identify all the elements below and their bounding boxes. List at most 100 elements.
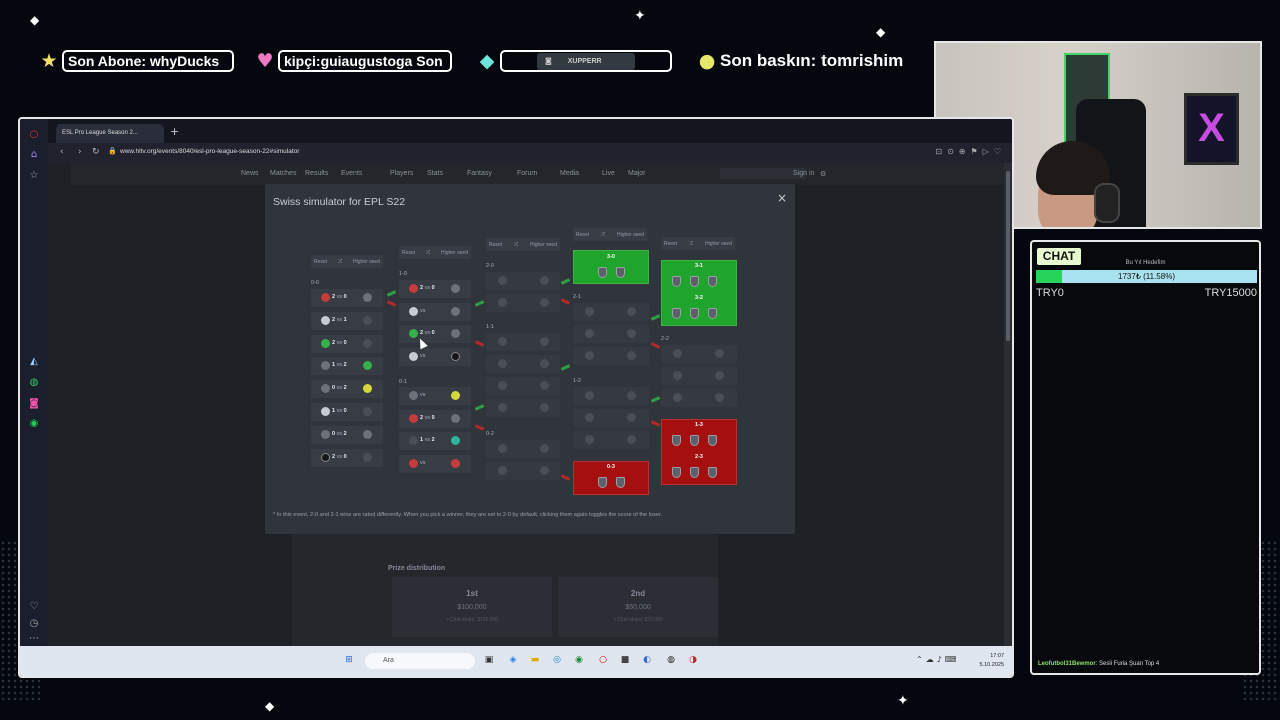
team-logo-icon[interactable]	[409, 458, 418, 468]
match-row[interactable]: 2 vs 0	[399, 325, 471, 344]
team-logo-icon[interactable]	[321, 361, 330, 371]
pending-match-row[interactable]	[486, 333, 560, 351]
spotify-icon[interactable]: ◉	[27, 417, 41, 431]
forward-icon[interactable]: ›	[78, 147, 82, 157]
reset-button[interactable]: Reset	[489, 242, 502, 248]
match-row[interactable]: 2 vs 0	[399, 409, 471, 428]
pending-match-row[interactable]	[486, 440, 560, 458]
scrollbar-thumb[interactable]	[1006, 171, 1010, 341]
match-row[interactable]: 2 vs 1	[311, 311, 383, 330]
obs-icon[interactable]: ◍	[664, 653, 678, 667]
back-icon[interactable]: ‹	[60, 147, 64, 157]
shuffle-icon[interactable]: ⤮	[514, 242, 518, 248]
page-scrollbar[interactable]	[1004, 163, 1012, 646]
higher-seed-button[interactable]: Higher seed	[705, 241, 732, 247]
match-row[interactable]: vs	[399, 347, 471, 366]
team-logo-icon[interactable]	[363, 338, 372, 348]
team-logo-icon[interactable]	[409, 329, 418, 339]
pending-match-row[interactable]	[573, 347, 649, 365]
team-logo-icon[interactable]	[451, 284, 460, 293]
shuffle-icon[interactable]: ⤮	[689, 241, 693, 247]
pending-match-row[interactable]	[573, 409, 649, 427]
team-logo-icon[interactable]	[321, 293, 330, 302]
reset-button[interactable]: Reset	[314, 259, 327, 265]
reload-icon[interactable]: ↻	[92, 147, 100, 157]
instagram-icon[interactable]: ◙	[27, 397, 41, 411]
team-logo-icon[interactable]	[409, 284, 418, 293]
team-logo-icon[interactable]	[363, 407, 372, 416]
pending-match-row[interactable]	[661, 367, 737, 385]
home-icon[interactable]: ⌂	[27, 148, 41, 162]
discord-icon[interactable]: ◐	[640, 653, 654, 667]
whatsapp-icon[interactable]: ◍	[27, 376, 41, 390]
team-logo-icon[interactable]	[321, 452, 330, 462]
opera-icon[interactable]: ○	[596, 653, 610, 667]
system-tray[interactable]: ⌃☁♪⌨	[916, 655, 959, 664]
site-nav-stats[interactable]: Stats	[427, 170, 443, 177]
team-logo-icon[interactable]	[451, 436, 460, 446]
higher-seed-button[interactable]: Higher seed	[441, 250, 468, 256]
pending-match-row[interactable]	[486, 377, 560, 395]
team-logo-icon[interactable]	[363, 361, 372, 371]
pending-match-row[interactable]	[661, 389, 737, 407]
clock-icon[interactable]: ◷	[27, 617, 41, 631]
tab-active[interactable]: ESL Pro League Season 2...	[56, 124, 164, 143]
team-logo-icon[interactable]	[409, 391, 418, 400]
team-logo-icon[interactable]	[409, 436, 418, 446]
team-logo-icon[interactable]	[363, 429, 372, 439]
reset-button[interactable]: Reset	[576, 232, 589, 238]
star-icon[interactable]: ☆	[27, 169, 41, 183]
team-logo-icon[interactable]	[363, 315, 372, 325]
team-logo-icon[interactable]	[363, 384, 372, 394]
taskbar-clock[interactable]: 17:07 5.10.2025	[980, 652, 1004, 670]
url-text[interactable]: www.hltv.org/events/8040/esl-pro-league-…	[120, 148, 299, 155]
taskbar-search[interactable]: Ara	[365, 653, 475, 669]
team-logo-icon[interactable]	[321, 315, 330, 325]
app-icon[interactable]: ■	[618, 653, 632, 667]
team-logo-icon[interactable]	[321, 384, 330, 394]
copilot-icon[interactable]: ◈	[506, 653, 520, 667]
match-row[interactable]: vs	[399, 387, 471, 405]
pending-match-row[interactable]	[486, 462, 560, 480]
match-row[interactable]: 1 vs 0	[311, 403, 383, 421]
team-logo-icon[interactable]	[451, 329, 460, 339]
site-nav-live[interactable]: Live	[602, 170, 615, 177]
pending-match-row[interactable]	[573, 387, 649, 405]
site-nav-news[interactable]: News	[241, 170, 259, 177]
pending-match-row[interactable]	[573, 325, 649, 343]
team-logo-icon[interactable]	[321, 429, 330, 439]
more-icon[interactable]: ⋯	[27, 632, 41, 646]
match-row[interactable]: 1 vs 2	[311, 357, 383, 376]
aria-icon[interactable]: ◭	[27, 355, 41, 369]
team-logo-icon[interactable]	[409, 413, 418, 423]
sign-in-link[interactable]: Sign in	[793, 170, 814, 177]
edge-icon[interactable]: ◎	[550, 653, 564, 667]
team-logo-icon[interactable]	[321, 338, 330, 348]
team-logo-icon[interactable]	[363, 293, 372, 302]
pending-match-row[interactable]	[486, 399, 560, 417]
match-row[interactable]: 2 vs 0	[311, 448, 383, 467]
spotify-icon[interactable]: ◉	[572, 653, 586, 667]
settings-icon[interactable]: ⚙	[820, 170, 826, 178]
match-row[interactable]: vs	[399, 454, 471, 473]
pending-match-row[interactable]	[573, 303, 649, 321]
site-nav-major[interactable]: Major	[628, 170, 646, 177]
shuffle-icon[interactable]: ⤮	[426, 250, 430, 256]
site-nav-events[interactable]: Events	[341, 170, 362, 177]
match-row[interactable]: vs	[399, 302, 471, 321]
toolbar-icons[interactable]: ⊡⊙⊕⚑▷♡	[935, 147, 1006, 156]
start-icon[interactable]: ⊞	[342, 653, 356, 667]
heart-icon[interactable]: ♡	[27, 600, 41, 614]
team-logo-icon[interactable]	[363, 452, 372, 462]
team-logo-icon[interactable]	[451, 413, 460, 423]
chrome-icon[interactable]: ◑	[686, 653, 700, 667]
match-row[interactable]: 2 vs 0	[311, 289, 383, 307]
team-logo-icon[interactable]	[451, 458, 460, 468]
shuffle-icon[interactable]: ⤮	[338, 259, 342, 265]
reset-button[interactable]: Reset	[664, 241, 677, 247]
match-row[interactable]: 2 vs 0	[399, 280, 471, 298]
file-explorer-icon[interactable]: ▬	[528, 653, 542, 667]
site-nav-fantasy[interactable]: Fantasy	[467, 170, 492, 177]
higher-seed-button[interactable]: Higher seed	[353, 259, 380, 265]
site-nav-matches[interactable]: Matches	[270, 170, 296, 177]
